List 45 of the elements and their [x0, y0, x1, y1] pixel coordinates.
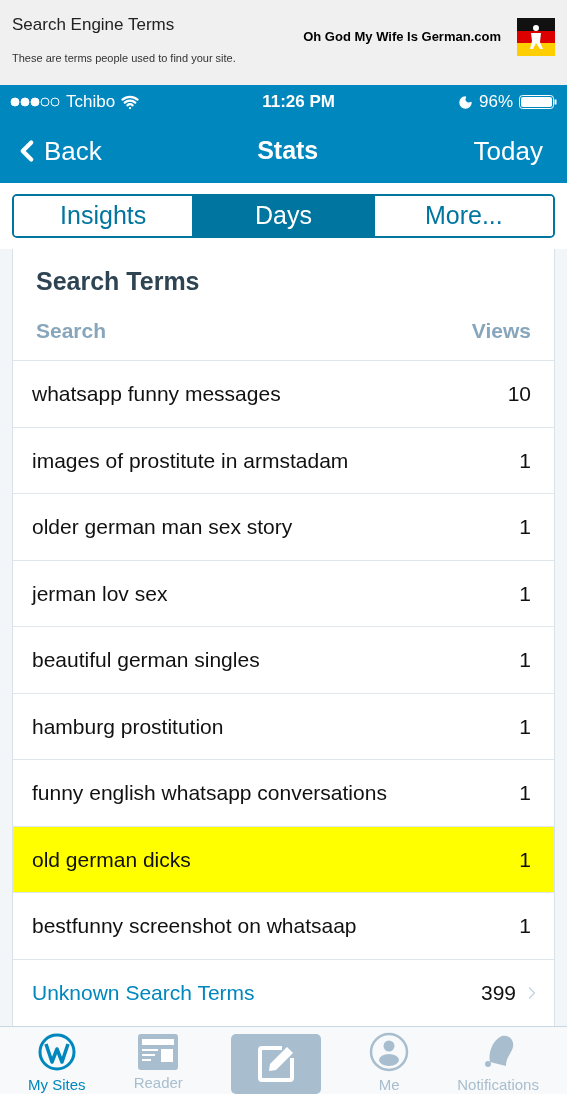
tab-bar-item[interactable]: My Sites: [28, 1031, 86, 1094]
carrier-name: Tchibo: [66, 91, 116, 114]
search-term: jerman lov sex: [32, 580, 168, 607]
view-count: 1: [519, 647, 531, 673]
flag-icon: [517, 18, 555, 56]
signal-icon: [10, 97, 60, 107]
column-header: Views: [471, 317, 531, 344]
nav-title: Stats: [257, 135, 319, 167]
status-time: 11:26 PM: [262, 91, 335, 114]
battery-icon: [519, 95, 557, 109]
segment-tab[interactable]: Days: [192, 196, 373, 236]
search-term: old german dicks: [32, 846, 191, 873]
person-icon: [369, 1031, 410, 1072]
view-count: 1: [519, 447, 531, 474]
search-term: bestfunny screenshot on whatsaap: [32, 913, 357, 939]
site-name: Oh God My Wife Is German.com: [303, 28, 501, 47]
view-count: 1: [519, 713, 531, 740]
card-title: Search Terms: [36, 266, 201, 297]
write-button[interactable]: [231, 1034, 321, 1094]
search-term: beautiful german singles: [32, 647, 260, 673]
segment-tab[interactable]: More...: [372, 196, 553, 236]
banner-subtitle: These are terms people used to find your site.: [12, 50, 236, 66]
search-term: funny english whatsapp conversations: [32, 780, 387, 806]
back-button[interactable]: Back: [10, 131, 102, 171]
search-term: whatsapp funny messages: [32, 381, 281, 407]
moon-icon: [457, 94, 473, 110]
battery-percent: 96%: [478, 91, 513, 114]
banner-title: Search Engine Terms: [12, 14, 176, 36]
today-button[interactable]: Today: [473, 131, 557, 171]
search-term: images of prostitute in armstadam: [32, 447, 349, 474]
view-count: 10: [507, 381, 531, 407]
column-header: Search: [36, 317, 107, 344]
view-count: 1: [519, 846, 531, 873]
view-count: 1: [519, 913, 531, 939]
pencil-edit-icon: [256, 1044, 296, 1084]
search-term: older german man sex story: [32, 514, 293, 540]
view-count: 1: [519, 514, 531, 540]
search-term: hamburg prostitution: [32, 713, 224, 740]
wordpress-logo-icon: [36, 1031, 77, 1072]
wifi-icon: [121, 93, 140, 111]
view-count: 399: [480, 979, 516, 1006]
unknown-terms-link[interactable]: Unknown Search Terms: [32, 976, 255, 1009]
view-count: 1: [519, 580, 531, 607]
newspaper-icon: [138, 1033, 179, 1070]
view-count: 1: [519, 780, 531, 806]
